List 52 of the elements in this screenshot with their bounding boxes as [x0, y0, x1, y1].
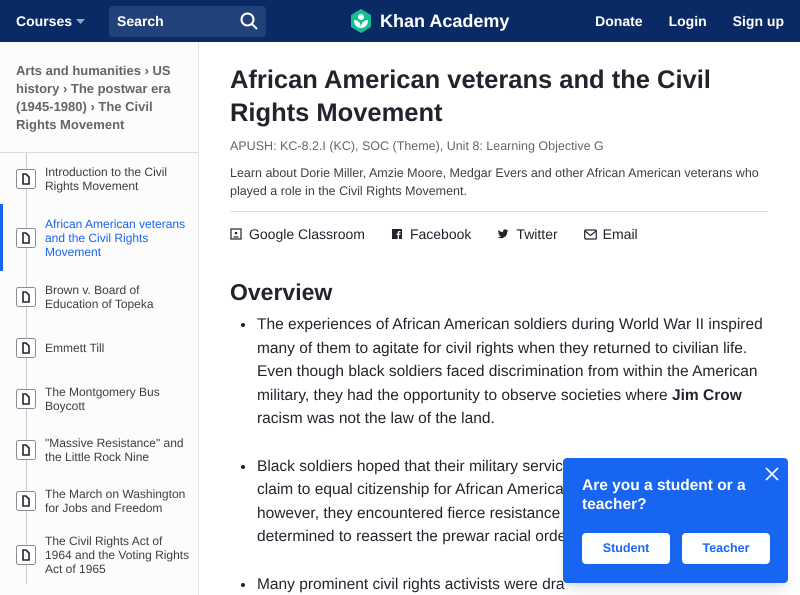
- paragraph-line: claim to equal citizenship for African America: [257, 480, 564, 500]
- facebook-icon: [390, 228, 404, 241]
- article-icon: [16, 168, 36, 188]
- share-link[interactable]: Twitter: [497, 224, 558, 245]
- close-icon: [765, 467, 779, 481]
- standards-text: APUSH: KC-8.2.I (KC), SOC (Theme), Unit 8: Learning Objective G: [230, 138, 605, 155]
- sidebar-item[interactable]: The Civil Rights Act of 1964 and the Voting Rights Act of 1965: [0, 526, 198, 584]
- paragraph-line: racism was not the law of the land.: [257, 409, 495, 430]
- share-link[interactable]: Email: [584, 224, 638, 245]
- sidebar-item[interactable]: Emmett Till: [0, 322, 198, 373]
- article-icon: [16, 440, 36, 460]
- nav-link[interactable]: Login: [668, 10, 707, 32]
- sidebar-item[interactable]: The March on Washington for Jobs and Freedom: [0, 475, 198, 526]
- role-button[interactable]: Student: [582, 533, 670, 564]
- logo[interactable]: Khan Academy: [350, 8, 550, 34]
- paragraph-line: military, they had the opportunity to observe societies where Jim Crow: [257, 386, 742, 406]
- article-icon: [16, 545, 36, 565]
- article-icon: [16, 286, 36, 306]
- article-icon: [16, 490, 36, 510]
- sidebar-item[interactable]: Brown v. Board of Education of Topeka: [0, 271, 198, 322]
- bird-icon: [497, 228, 510, 241]
- article-icon: [16, 388, 36, 408]
- sidebar-item[interactable]: Introduction to the Civil Rights Movement: [0, 153, 198, 204]
- sidebar-item[interactable]: The Montgomery Bus Boycott: [0, 373, 198, 424]
- classroom-icon: [230, 228, 243, 241]
- close-button[interactable]: [765, 467, 779, 481]
- share-link[interactable]: Facebook: [390, 224, 472, 245]
- search-icon: [240, 12, 258, 30]
- paragraph-line: Even though black soldiers faced discrimination from within the American: [257, 362, 758, 382]
- sidebar-item[interactable]: African American veterans and the Civil Rights Movement: [0, 204, 198, 271]
- paragraph-line: Many prominent civil rights activists were dra: [257, 574, 565, 595]
- paragraph-line: many of them to agitate for civil rights when they returned to civilian life.: [257, 338, 748, 359]
- search-field[interactable]: Search: [109, 6, 266, 36]
- popup-question: Are you a student or a teacher?: [582, 476, 747, 514]
- paragraph-line: The experiences of African American soldiers during World War II inspired: [257, 315, 763, 336]
- article-icon: [16, 228, 36, 248]
- article-icon: [16, 338, 36, 358]
- share-link[interactable]: Google Classroom: [230, 224, 365, 245]
- envelope-icon: [584, 228, 597, 241]
- sidebar-item[interactable]: "Massive Resistance" and the Little Rock Nine: [0, 424, 198, 475]
- role-button[interactable]: Teacher: [682, 533, 770, 564]
- courses-menu[interactable]: Courses: [16, 10, 86, 32]
- paragraph-line: Black soldiers hoped that their military servic: [257, 456, 563, 477]
- section-heading: Overview: [230, 278, 334, 307]
- caret-icon: [76, 18, 86, 24]
- nav-link[interactable]: Donate: [595, 10, 643, 32]
- nav-link[interactable]: Sign up: [732, 10, 784, 32]
- leaf-logo-icon: [350, 9, 372, 33]
- article-title: African American veterans and the Civil Rights Movement: [230, 65, 712, 129]
- paragraph-line: however, they encountered fierce resistance: [257, 504, 560, 524]
- breadcrumb[interactable]: Arts and humanities › US history › The postwar era (1945-1980) › The Civil Rights Movement: [0, 42, 198, 153]
- article-description: Learn about Dorie Miller, Amzie Moore, Medgar Evers and other African American veterans who played a role in the Civil Rights Movement.: [230, 164, 760, 200]
